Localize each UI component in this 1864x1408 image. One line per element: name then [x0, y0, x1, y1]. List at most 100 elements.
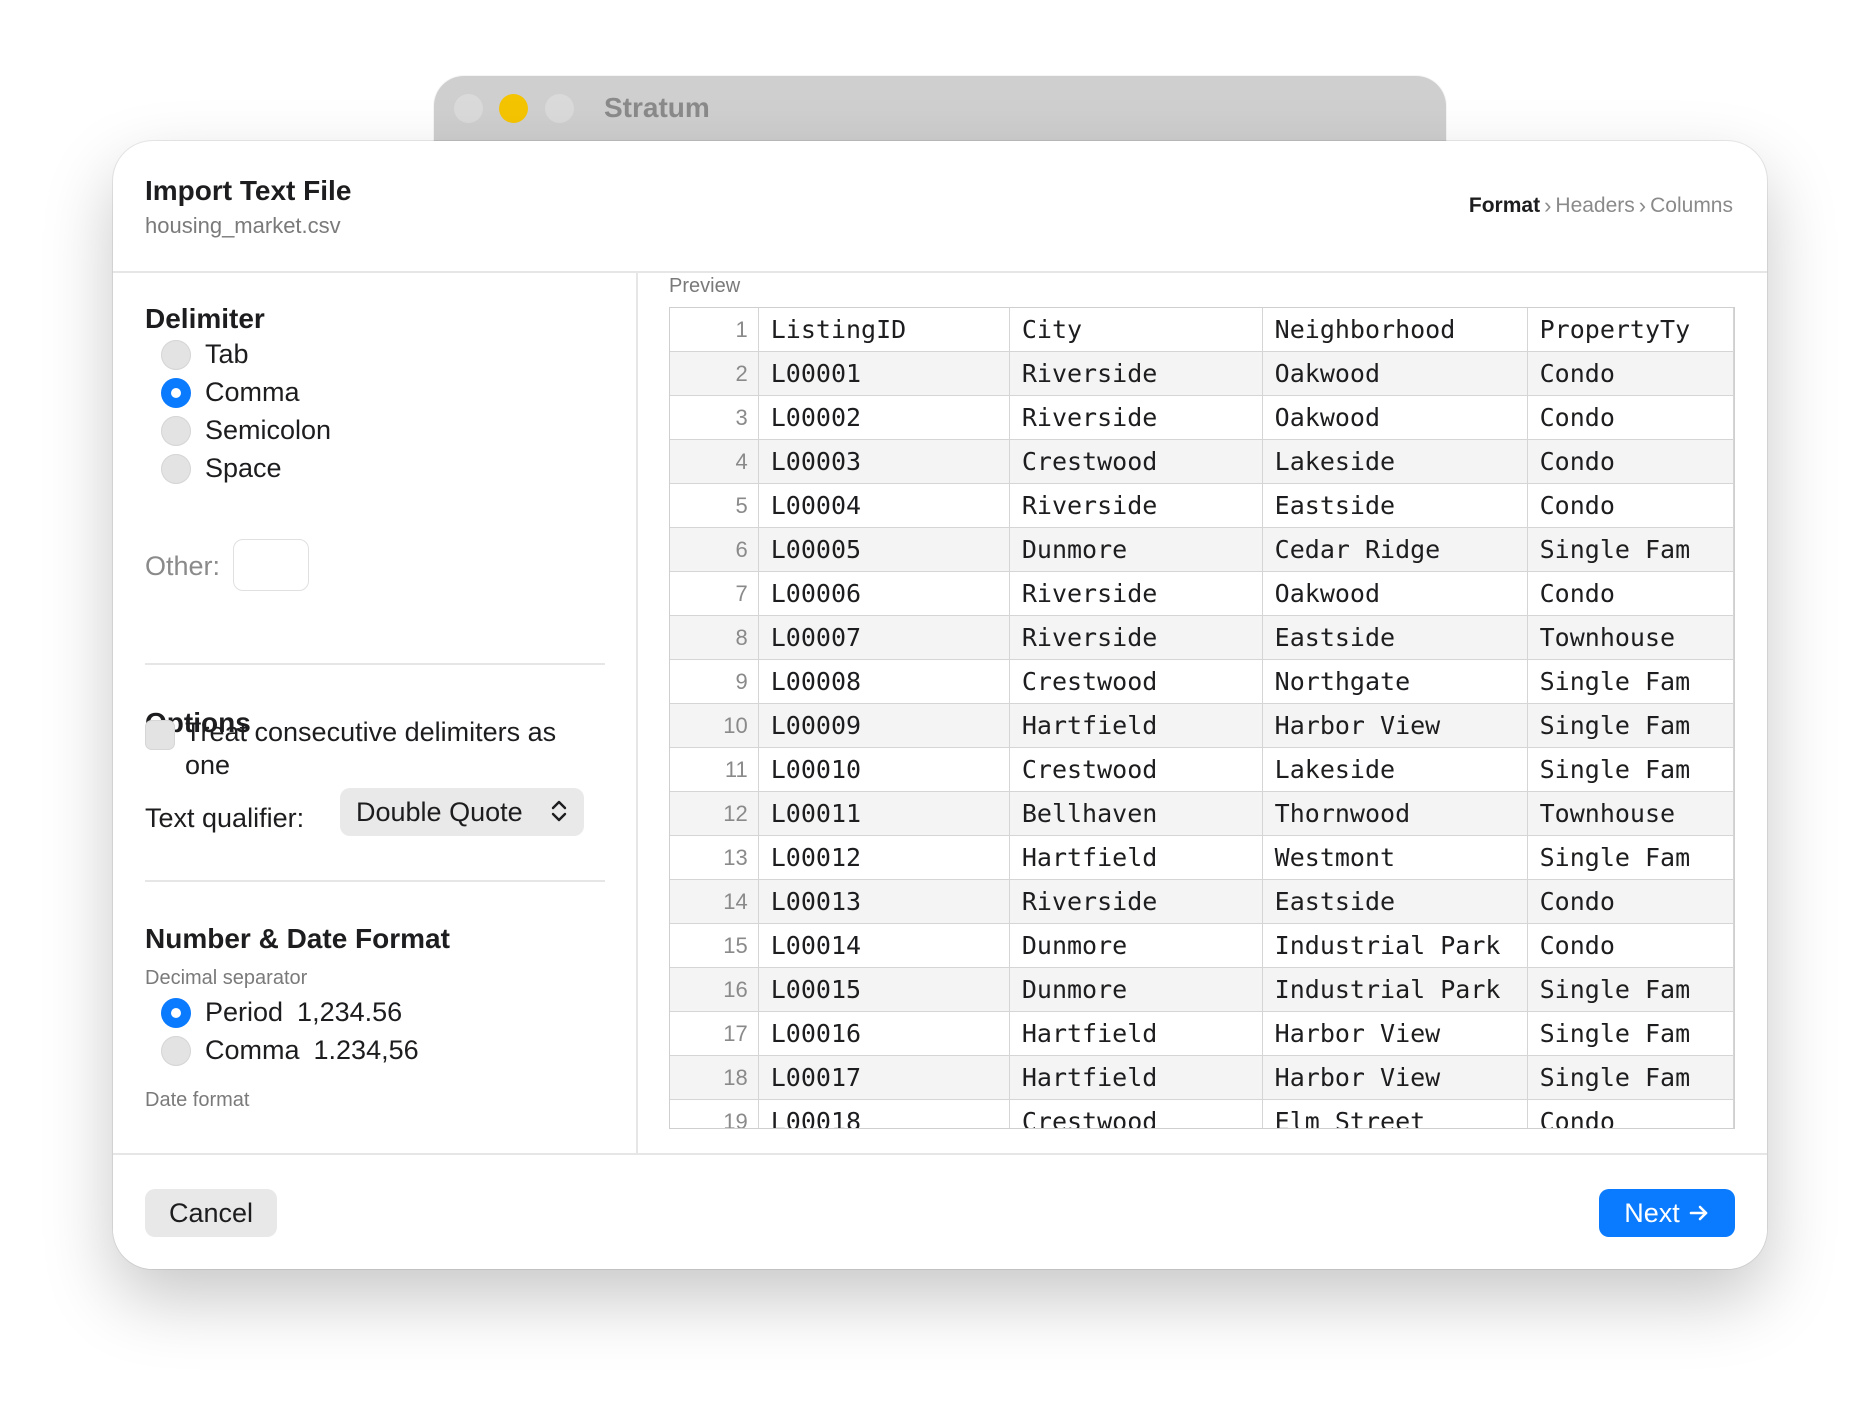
- row-number: 3: [670, 395, 759, 440]
- table-cell: Elm Street: [1262, 1099, 1528, 1128]
- close-window-button[interactable]: [454, 94, 483, 123]
- table-cell: Townhouse: [1527, 615, 1734, 660]
- table-cell: Single Fam: [1527, 967, 1734, 1012]
- table-cell: Oakwood: [1262, 571, 1528, 616]
- table-row: 12 L00011 Bellhaven Thornwood Townhouse: [670, 791, 1734, 836]
- delimiter-option-comma[interactable]: Comma: [161, 377, 300, 408]
- decimal-option-period[interactable]: Period 1,234.56: [161, 997, 402, 1028]
- table-cell: PropertyTy: [1527, 308, 1734, 352]
- row-number: 4: [670, 439, 759, 484]
- table-cell: Single Fam: [1527, 527, 1734, 572]
- table-cell: Riverside: [1009, 483, 1263, 528]
- table-cell: Industrial Park: [1262, 967, 1528, 1012]
- decimal-separator-label: Decimal separator: [145, 967, 308, 989]
- table-cell: Harbor View: [1262, 1011, 1528, 1056]
- table-cell: Crestwood: [1009, 439, 1263, 484]
- table-row: 13 L00012 Hartfield Westmont Single Fam: [670, 835, 1734, 880]
- cancel-button[interactable]: Cancel: [145, 1189, 277, 1237]
- dialog-header: Import Text File housing_market.csv Form…: [113, 141, 1767, 273]
- delimiter-option-semicolon[interactable]: Semicolon: [161, 415, 331, 446]
- delimiter-option-space[interactable]: Space: [161, 453, 282, 484]
- table-cell: Hartfield: [1009, 703, 1263, 748]
- breadcrumb-columns[interactable]: Columns: [1650, 194, 1733, 218]
- table-cell: L00003: [758, 439, 1010, 484]
- decimal-option-comma[interactable]: Comma 1.234,56: [161, 1035, 419, 1066]
- table-cell: L00002: [758, 395, 1010, 440]
- table-cell: Condo: [1527, 1099, 1734, 1128]
- table-row: 16 L00015 Dunmore Industrial Park Single Fam: [670, 967, 1734, 1012]
- radio-button[interactable]: [161, 415, 191, 446]
- row-number: 1: [670, 308, 759, 352]
- table-cell: Single Fam: [1527, 703, 1734, 748]
- breadcrumb-headers[interactable]: Headers: [1555, 194, 1634, 218]
- divider: [145, 663, 605, 665]
- other-delimiter-input[interactable]: [233, 539, 309, 591]
- table-cell: Harbor View: [1262, 1055, 1528, 1100]
- table-cell: Oakwood: [1262, 395, 1528, 440]
- radio-example: 1,234.56: [297, 997, 403, 1027]
- row-number: 14: [670, 879, 759, 924]
- row-number: 16: [670, 967, 759, 1012]
- table-cell: L00018: [758, 1099, 1010, 1128]
- delimiter-title: Delimiter: [145, 303, 265, 334]
- table-cell: Bellhaven: [1009, 791, 1263, 836]
- arrow-right-icon: [1689, 1205, 1708, 1221]
- table-cell: Condo: [1527, 483, 1734, 528]
- table-cell: Hartfield: [1009, 835, 1263, 880]
- table-cell: Thornwood: [1262, 791, 1528, 836]
- row-number: 2: [670, 351, 759, 396]
- table-row: 4 L00003 Crestwood Lakeside Condo: [670, 439, 1734, 484]
- radio-example: 1.234,56: [313, 1035, 419, 1065]
- table-cell: L00009: [758, 703, 1010, 748]
- radio-button[interactable]: [161, 453, 191, 484]
- table-row: 19 L00018 Crestwood Elm Street Condo: [670, 1099, 1734, 1128]
- table-cell: Single Fam: [1527, 835, 1734, 880]
- table-cell: Crestwood: [1009, 1099, 1263, 1128]
- radio-label: Period: [205, 997, 284, 1027]
- table-cell: L00016: [758, 1011, 1010, 1056]
- table-row: 8 L00007 Riverside Eastside Townhouse: [670, 615, 1734, 660]
- table-cell: Condo: [1527, 571, 1734, 616]
- table-cell: L00010: [758, 747, 1010, 792]
- table-cell: Lakeside: [1262, 747, 1528, 792]
- table-cell: Dunmore: [1009, 923, 1263, 968]
- radio-button[interactable]: [161, 997, 191, 1028]
- table-cell: Crestwood: [1009, 747, 1263, 792]
- radio-button[interactable]: [161, 1035, 191, 1066]
- text-qualifier-select[interactable]: Double Quote: [340, 788, 584, 836]
- row-number: 8: [670, 615, 759, 660]
- minimize-window-button[interactable]: [499, 94, 528, 123]
- table-cell: L00014: [758, 923, 1010, 968]
- next-button[interactable]: Next: [1599, 1189, 1735, 1237]
- row-number: 19: [670, 1099, 759, 1128]
- table-cell: L00006: [758, 571, 1010, 616]
- settings-panel: Delimiter Tab Comma Semicolon Space Othe…: [113, 273, 638, 1153]
- table-cell: Eastside: [1262, 879, 1528, 924]
- consecutive-delimiters-checkbox[interactable]: [145, 720, 175, 750]
- table-cell: L00012: [758, 835, 1010, 880]
- text-qualifier-value: Double Quote: [356, 796, 523, 827]
- table-cell: Lakeside: [1262, 439, 1528, 484]
- radio-button[interactable]: [161, 377, 191, 408]
- table-cell: L00015: [758, 967, 1010, 1012]
- row-number: 18: [670, 1055, 759, 1100]
- table-cell: Single Fam: [1527, 747, 1734, 792]
- chevron-right-icon: ›: [1638, 193, 1647, 218]
- dialog-title: Import Text File: [145, 175, 352, 206]
- table-cell: Westmont: [1262, 835, 1528, 880]
- radio-button[interactable]: [161, 339, 191, 370]
- table-row: 3 L00002 Riverside Oakwood Condo: [670, 395, 1734, 440]
- preview-grid[interactable]: 1 ListingID City Neighborhood PropertyTy 2 L00…: [669, 307, 1735, 1129]
- table-cell: Condo: [1527, 351, 1734, 396]
- up-down-chevron-icon: [551, 800, 567, 822]
- table-cell: Condo: [1527, 923, 1734, 968]
- table-cell: Townhouse: [1527, 791, 1734, 836]
- breadcrumb-format[interactable]: Format: [1469, 194, 1540, 218]
- app-title: Stratum: [604, 92, 710, 123]
- maximize-window-button[interactable]: [545, 94, 574, 123]
- chevron-right-icon: ›: [1544, 193, 1552, 218]
- number-date-title: Number & Date Format: [145, 923, 450, 954]
- delimiter-option-tab[interactable]: Tab: [161, 339, 249, 370]
- row-number: 6: [670, 527, 759, 572]
- text-qualifier-label: Text qualifier:: [145, 803, 305, 833]
